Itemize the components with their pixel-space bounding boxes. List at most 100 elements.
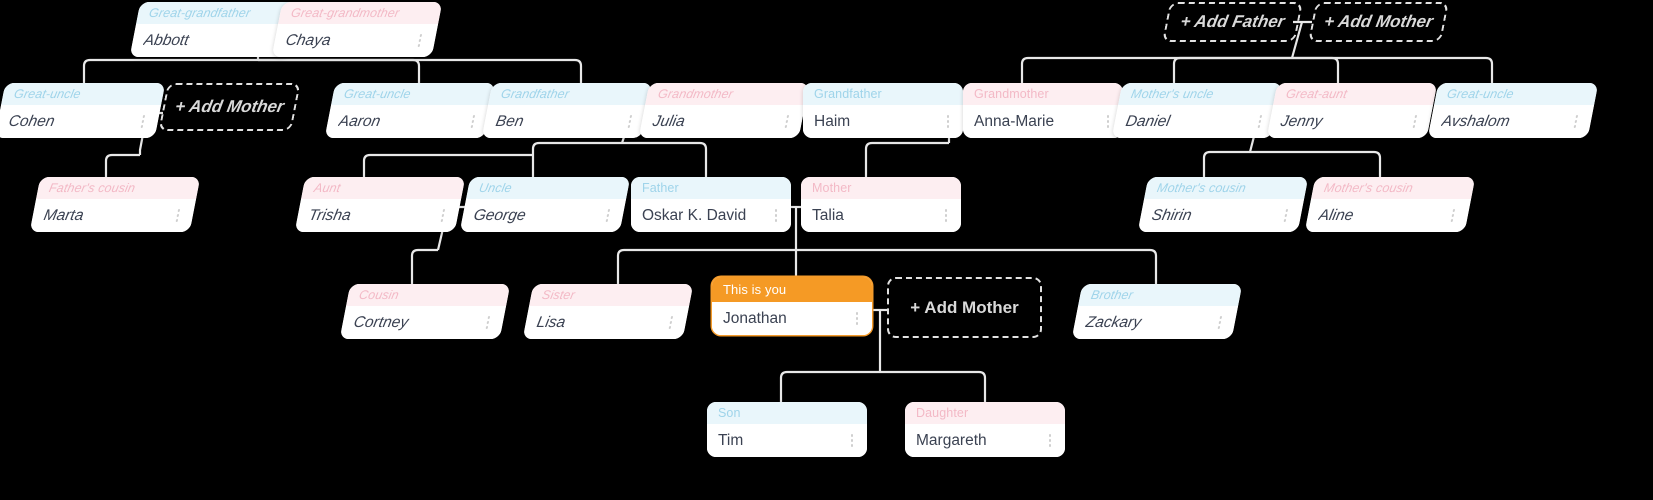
- kebab-menu-icon[interactable]: [600, 207, 615, 225]
- person-role-label: Great-grandmother: [278, 2, 443, 24]
- person-card-margareth[interactable]: Daughter Margareth: [905, 402, 1065, 457]
- person-card-body: Ben: [481, 105, 649, 138]
- person-name: George: [472, 206, 528, 224]
- person-name: Lisa: [535, 313, 568, 331]
- person-card-body: Marta: [29, 199, 197, 232]
- kebab-menu-icon[interactable]: [1568, 113, 1583, 131]
- person-role-label: Father's cousin: [36, 177, 201, 199]
- kebab-menu-icon[interactable]: [1044, 432, 1056, 450]
- kebab-menu-icon[interactable]: [1252, 113, 1267, 131]
- person-card-daniel[interactable]: Mother's uncle Daniel: [1111, 83, 1283, 138]
- person-role-label: Uncle: [466, 177, 631, 199]
- kebab-menu-icon[interactable]: [940, 207, 952, 225]
- kebab-menu-icon[interactable]: [1445, 207, 1460, 225]
- person-card-shirin[interactable]: Mother's cousin Shirin: [1137, 177, 1309, 232]
- person-card-haim[interactable]: Grandfather Haim: [803, 83, 963, 138]
- person-role-label: Grandmother: [963, 83, 1123, 105]
- person-name: Oskar K. David: [642, 206, 747, 224]
- add-mother-partner-button[interactable]: + Add Mother: [887, 277, 1042, 338]
- kebab-menu-icon[interactable]: [1407, 113, 1422, 131]
- person-card-aline[interactable]: Mother's cousin Aline: [1304, 177, 1476, 232]
- person-name: Abbott: [142, 31, 191, 49]
- kebab-menu-icon[interactable]: [942, 113, 954, 131]
- add-father-maternal-button[interactable]: + Add Father: [1162, 2, 1303, 42]
- person-name: Avshalom: [1440, 112, 1512, 130]
- person-role-label: Great-uncle: [331, 83, 496, 105]
- person-card-body: Cortney: [339, 306, 507, 339]
- add-mother-cohen-button[interactable]: + Add Mother: [158, 83, 301, 131]
- person-card-talia[interactable]: Mother Talia: [801, 177, 961, 232]
- person-card-body: Oskar K. David: [631, 199, 791, 232]
- person-role-label: Grandmother: [645, 83, 810, 105]
- person-role-label: Mother's cousin: [1144, 177, 1309, 199]
- person-card-body: Julia: [638, 105, 806, 138]
- kebab-menu-icon[interactable]: [770, 207, 782, 225]
- person-card-george[interactable]: Uncle George: [459, 177, 631, 232]
- person-card-aaron[interactable]: Great-uncle Aaron: [324, 83, 496, 138]
- person-card-ben[interactable]: Grandfather Ben: [481, 83, 653, 138]
- person-card-jonathan[interactable]: This is you Jonathan: [712, 277, 872, 335]
- person-role-label: Aunt: [301, 177, 466, 199]
- person-name: Daniel: [1124, 112, 1172, 130]
- person-card-avshalom[interactable]: Great-uncle Avshalom: [1427, 83, 1599, 138]
- person-card-oskar[interactable]: Father Oskar K. David: [631, 177, 791, 232]
- person-role-label: Cousin: [346, 284, 511, 306]
- person-role-label: Daughter: [905, 402, 1065, 424]
- person-role-label: Father: [631, 177, 791, 199]
- kebab-menu-icon[interactable]: [622, 113, 637, 131]
- kebab-menu-icon[interactable]: [465, 113, 480, 131]
- kebab-menu-icon[interactable]: [1102, 113, 1114, 131]
- kebab-menu-icon[interactable]: [135, 113, 150, 131]
- person-card-body: Margareth: [905, 424, 1065, 457]
- person-role-label: Son: [707, 402, 867, 424]
- kebab-menu-icon[interactable]: [851, 310, 863, 328]
- kebab-menu-icon[interactable]: [779, 113, 794, 131]
- person-card-body: Anna-Marie: [963, 105, 1123, 138]
- person-role-label: Grandfather: [488, 83, 653, 105]
- person-name: Anna-Marie: [974, 112, 1055, 130]
- person-name: Chaya: [284, 31, 333, 49]
- person-name: Trisha: [307, 206, 353, 224]
- person-card-body: Chaya: [271, 24, 439, 57]
- kebab-menu-icon[interactable]: [480, 314, 495, 332]
- kebab-menu-icon[interactable]: [435, 207, 450, 225]
- add-mother-maternal-button[interactable]: + Add Mother: [1308, 2, 1449, 42]
- person-card-body: Lisa: [522, 306, 690, 339]
- person-card-lisa[interactable]: Sister Lisa: [522, 284, 694, 339]
- person-role-label: Mother's uncle: [1118, 83, 1283, 105]
- person-role-label: Great-aunt: [1273, 83, 1438, 105]
- person-card-julia[interactable]: Grandmother Julia: [638, 83, 810, 138]
- person-card-body: Haim: [803, 105, 963, 138]
- person-card-tim[interactable]: Son Tim: [707, 402, 867, 457]
- person-name: Ben: [494, 112, 526, 130]
- person-card-jenny[interactable]: Great-aunt Jenny: [1266, 83, 1438, 138]
- person-name: Aline: [1317, 206, 1356, 224]
- person-role-label: Brother: [1078, 284, 1243, 306]
- kebab-menu-icon[interactable]: [1278, 207, 1293, 225]
- person-card-cohen[interactable]: Great-uncle Cohen: [0, 83, 166, 138]
- person-card-trisha[interactable]: Aunt Trisha: [294, 177, 466, 232]
- kebab-menu-icon[interactable]: [846, 432, 858, 450]
- person-card-annamarie[interactable]: Grandmother Anna-Marie: [963, 83, 1123, 138]
- person-card-chaya[interactable]: Great-grandmother Chaya: [271, 2, 443, 57]
- kebab-menu-icon[interactable]: [412, 32, 427, 50]
- person-name: Marta: [42, 206, 86, 224]
- person-role-label: Great-grandfather: [136, 2, 301, 24]
- person-name: Talia: [812, 206, 844, 224]
- person-card-body: Avshalom: [1427, 105, 1595, 138]
- person-card-body: George: [459, 199, 627, 232]
- person-role-label: This is you: [712, 277, 872, 302]
- person-role-label: Great-uncle: [1434, 83, 1599, 105]
- person-card-zackary[interactable]: Brother Zackary: [1071, 284, 1243, 339]
- kebab-menu-icon[interactable]: [663, 314, 678, 332]
- add-relative-label: + Add Father: [1178, 12, 1287, 31]
- person-role-label: Mother: [801, 177, 961, 199]
- add-relative-label: + Add Mother: [173, 97, 286, 116]
- person-name: Haim: [814, 112, 851, 130]
- person-name: Aaron: [337, 112, 382, 130]
- person-card-cortney[interactable]: Cousin Cortney: [339, 284, 511, 339]
- kebab-menu-icon[interactable]: [1212, 314, 1227, 332]
- kebab-menu-icon[interactable]: [170, 207, 185, 225]
- person-card-marta[interactable]: Father's cousin Marta: [29, 177, 201, 232]
- person-card-body: Daniel: [1111, 105, 1279, 138]
